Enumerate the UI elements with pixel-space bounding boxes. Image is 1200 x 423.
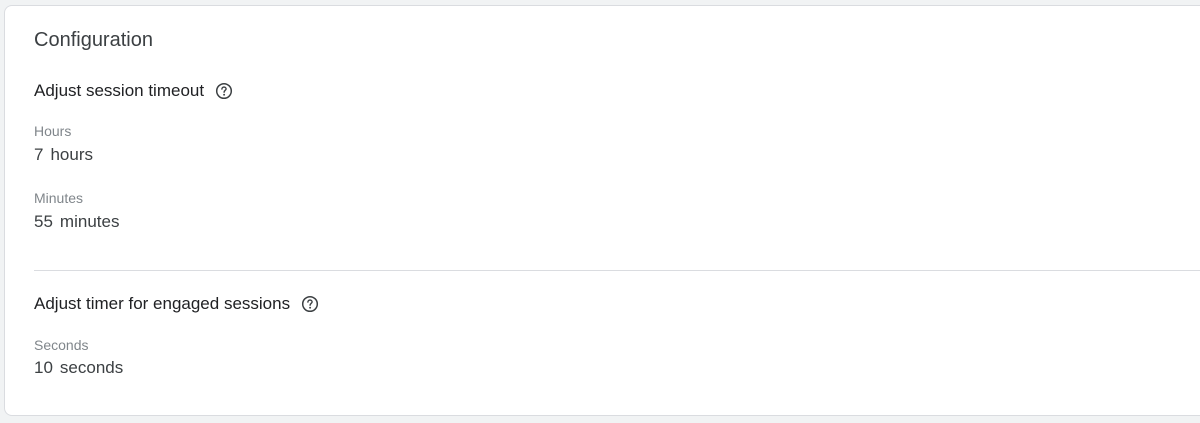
hours-unit: hours <box>50 145 93 164</box>
help-circle-icon[interactable] <box>215 82 233 100</box>
section-divider <box>34 270 1200 271</box>
minutes-number: 55 <box>34 212 53 231</box>
minutes-label: Minutes <box>34 190 84 206</box>
minutes-unit: minutes <box>59 212 120 231</box>
hours-label: Hours <box>34 123 72 139</box>
configuration-card: Configuration Adjust session timeout Hou… <box>4 5 1200 416</box>
session-timeout-heading-label: Adjust session timeout <box>34 81 205 100</box>
engaged-sessions-heading: Adjust timer for engaged sessions <box>34 293 319 315</box>
seconds-value: 10 seconds <box>34 357 123 379</box>
seconds-unit: seconds <box>59 358 124 377</box>
seconds-label: Seconds <box>34 337 89 353</box>
seconds-number: 10 <box>34 358 53 377</box>
card-title: Configuration <box>34 29 153 51</box>
minutes-value: 55 minutes <box>34 211 119 233</box>
session-timeout-heading: Adjust session timeout <box>34 80 233 102</box>
help-circle-icon[interactable] <box>301 295 319 313</box>
hours-number: 7 <box>34 145 44 164</box>
hours-value: 7 hours <box>34 144 93 166</box>
engaged-sessions-heading-label: Adjust timer for engaged sessions <box>34 294 291 313</box>
